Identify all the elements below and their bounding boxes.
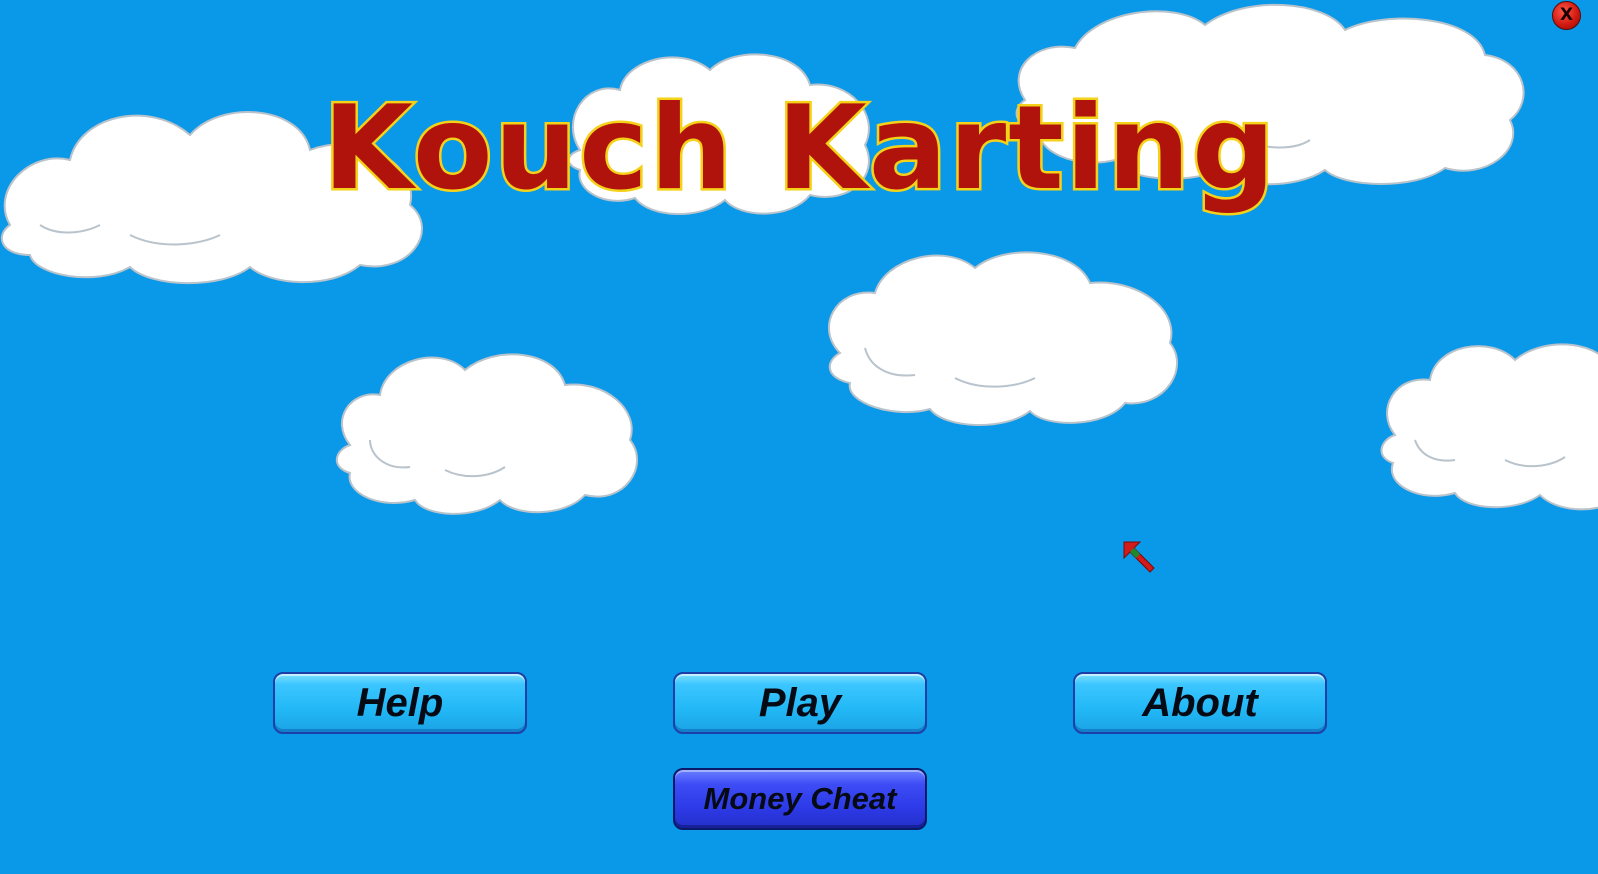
close-button[interactable]: X: [1552, 1, 1581, 30]
cloud: [335, 353, 638, 515]
game-title: Kouch Karting: [320, 79, 1277, 219]
arrow-cursor-icon: [1123, 541, 1155, 573]
game-main-menu: Kouch Karting X Help Play About Money Ch…: [0, 0, 1598, 874]
help-button-label: Help: [356, 681, 444, 725]
cloud: [828, 251, 1178, 427]
about-button[interactable]: About: [1073, 672, 1327, 734]
help-button[interactable]: Help: [273, 672, 527, 734]
money-cheat-button-label: Money Cheat: [703, 781, 897, 816]
money-cheat-button[interactable]: Money Cheat: [673, 768, 927, 830]
play-button-label: Play: [758, 681, 842, 725]
close-icon: X: [1559, 5, 1574, 25]
game-title-text: Kouch Karting: [323, 81, 1277, 216]
play-button[interactable]: Play: [673, 672, 927, 734]
about-button-label: About: [1142, 681, 1258, 725]
cloud: [1380, 343, 1598, 511]
